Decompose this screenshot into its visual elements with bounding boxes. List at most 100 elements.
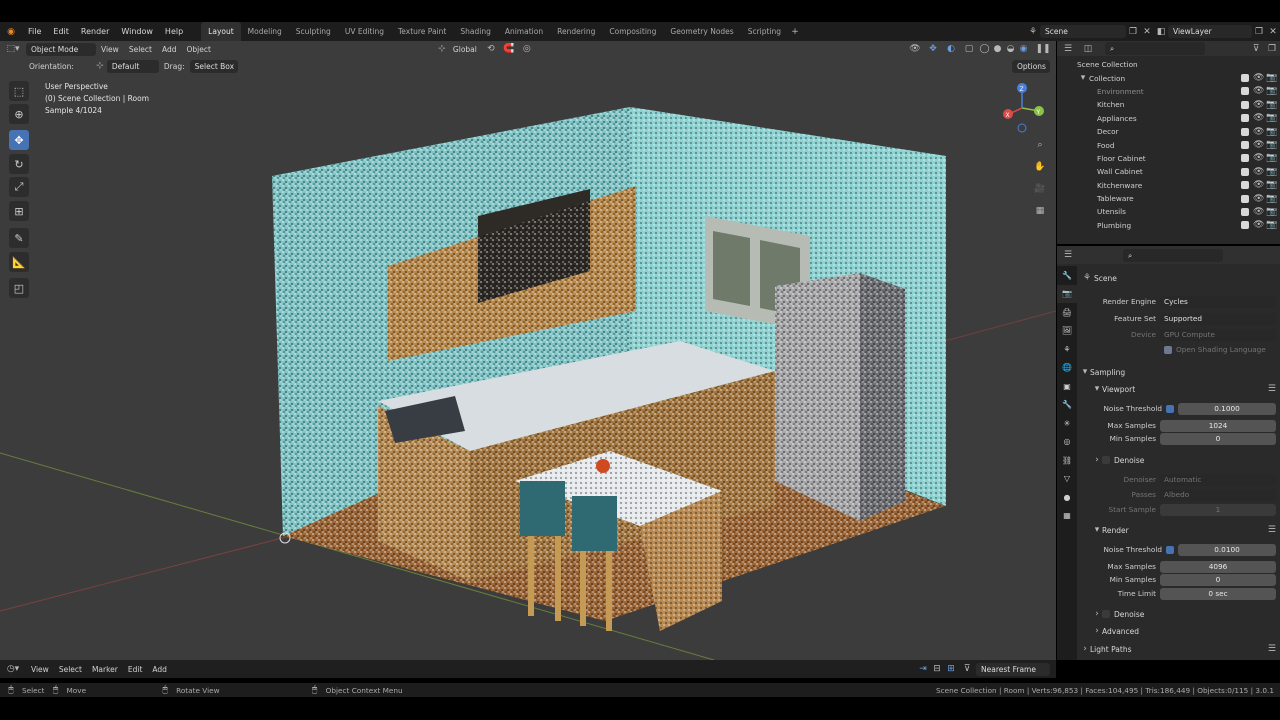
3d-viewport[interactable]: ⬚▾ Object Mode View Select Add Object ⊹ … <box>0 41 1056 660</box>
output-tab-icon[interactable]: 🖨 <box>1057 303 1077 322</box>
scale-tool[interactable]: ⤢ <box>9 177 29 197</box>
tab-animation[interactable]: Animation <box>498 22 550 41</box>
data-tab-icon[interactable]: ▽ <box>1057 470 1077 489</box>
add-cube-tool[interactable]: ◰ <box>9 278 29 298</box>
zoom-icon[interactable]: ⌕ <box>1032 137 1048 153</box>
timeline-menu-add[interactable]: Add <box>147 665 172 674</box>
menu-edit[interactable]: Edit <box>47 27 75 36</box>
menu-window[interactable]: Window <box>115 27 159 36</box>
osl-checkbox[interactable] <box>1164 345 1172 354</box>
blender-logo-icon[interactable]: ◉ <box>0 27 22 37</box>
texture-tab-icon[interactable]: ▦ <box>1057 507 1077 526</box>
material-shading-icon[interactable]: ◒ <box>1004 44 1017 54</box>
scene-icon[interactable]: ⚘ <box>1026 27 1040 37</box>
options-button[interactable]: Options <box>1012 59 1050 73</box>
editor-type-icon[interactable]: ⬚▾ <box>0 44 26 54</box>
render-engine-select[interactable]: Cycles <box>1160 296 1276 308</box>
timeline-menu-view[interactable]: View <box>26 665 54 674</box>
time-limit-field[interactable]: 0 sec <box>1160 588 1276 600</box>
filter-icon[interactable]: ⊽ <box>1248 44 1264 54</box>
scene-field[interactable]: Scene <box>1040 25 1126 38</box>
navigation-gizmo[interactable]: X Y Z <box>995 81 1050 136</box>
material-tab-icon[interactable]: ● <box>1057 488 1077 507</box>
copy-layer-icon[interactable]: ❐ <box>1252 27 1266 37</box>
tab-compositing[interactable]: Compositing <box>602 22 663 41</box>
timeline-editor-icon[interactable]: ◷▾ <box>0 664 26 674</box>
outliner-item-kitchen[interactable]: Kitchen 👁 📷 <box>1057 98 1280 111</box>
drag-select[interactable]: Select Box <box>189 59 238 73</box>
timeline-menu-marker[interactable]: Marker <box>87 665 123 674</box>
render-tab-icon[interactable]: 📷 <box>1057 284 1077 303</box>
view-layer-icon[interactable]: ◧ <box>1154 27 1168 37</box>
overlay-icon[interactable]: ◐ <box>942 44 960 54</box>
cursor-tool[interactable]: ⊕ <box>9 104 29 124</box>
noise-threshold-checkbox[interactable] <box>1166 404 1174 413</box>
outliner-item-tableware[interactable]: Tableware 👁 📷 <box>1057 192 1280 205</box>
feature-set-select[interactable]: Supported <box>1160 313 1276 325</box>
measure-tool[interactable]: 📐 <box>9 252 29 272</box>
timeline-menu-select[interactable]: Select <box>54 665 87 674</box>
outliner-collection[interactable]: ▾ Collection 👁 📷 <box>1057 71 1280 84</box>
tab-shading[interactable]: Shading <box>453 22 497 41</box>
add-workspace-icon[interactable]: + <box>788 27 802 37</box>
viewport-menu-object[interactable]: Object <box>181 45 215 54</box>
render-denoise-subsection[interactable]: › Denoise <box>1080 607 1276 621</box>
outliner-item-plumbing[interactable]: Plumbing 👁 📷 <box>1057 219 1280 232</box>
view-layer-tab-icon[interactable]: 🖼 <box>1057 322 1077 341</box>
delete-scene-icon[interactable]: ✕ <box>1140 27 1154 37</box>
perspective-grid-icon[interactable]: ▦ <box>1032 203 1048 219</box>
visibility-icon[interactable]: 👁 <box>906 44 924 54</box>
properties-editor-icon[interactable]: ☰ <box>1057 250 1079 260</box>
view-layer-field[interactable]: ViewLayer <box>1168 25 1252 38</box>
denoiser-select[interactable]: Automatic <box>1160 474 1276 486</box>
viewport-subsection[interactable]: ▾ Viewport ☰ <box>1080 382 1276 396</box>
tab-scripting[interactable]: Scripting <box>741 22 788 41</box>
tab-uv-editing[interactable]: UV Editing <box>338 22 391 41</box>
mode-select[interactable]: Object Mode <box>26 42 96 56</box>
outliner-item-environment[interactable]: Environment 👁 📷 <box>1057 85 1280 98</box>
light-paths-section[interactable]: › Light Paths ☰ <box>1080 642 1276 656</box>
physics-tab-icon[interactable]: ◎ <box>1057 433 1077 452</box>
render-max-samples-field[interactable]: 4096 <box>1160 561 1276 573</box>
render-denoise-checkbox[interactable] <box>1102 610 1110 618</box>
outliner-item-floor-cabinet[interactable]: Floor Cabinet 👁 📷 <box>1057 152 1280 165</box>
copy-scene-icon[interactable]: ❐ <box>1126 27 1140 37</box>
wireframe-shading-icon[interactable]: ◯ <box>978 44 991 54</box>
filter-icon[interactable]: ⊽ <box>958 664 976 674</box>
xray-icon[interactable]: ▢ <box>960 44 978 54</box>
menu-file[interactable]: File <box>22 27 47 36</box>
tab-modeling[interactable]: Modeling <box>241 22 289 41</box>
rotate-tool[interactable]: ↻ <box>9 154 29 174</box>
move-tool[interactable]: ✥ <box>9 130 29 150</box>
render-noise-threshold-checkbox[interactable] <box>1166 545 1174 554</box>
advanced-subsection[interactable]: › Advanced <box>1080 624 1276 638</box>
render-min-samples-field[interactable]: 0 <box>1160 574 1276 586</box>
solid-shading-icon[interactable]: ● <box>991 44 1004 54</box>
outliner-search-input[interactable]: ⌕ <box>1105 42 1205 55</box>
transform-tool[interactable]: ⊞ <box>9 201 29 221</box>
outliner-item-utensils[interactable]: Utensils 👁 📷 <box>1057 205 1280 218</box>
object-tab-icon[interactable]: ▣ <box>1057 377 1077 396</box>
rendered-shading-icon[interactable]: ◉ <box>1017 44 1030 54</box>
playhead-snap-icon[interactable]: ⇥ <box>916 664 930 674</box>
pivot-icon[interactable]: ⟲ <box>482 44 500 54</box>
viewport-denoise-subsection[interactable]: › Denoise <box>1080 453 1276 467</box>
particles-tab-icon[interactable]: ✳ <box>1057 414 1077 433</box>
viewport-noise-threshold-field[interactable]: 0.1000 <box>1178 403 1276 415</box>
delete-layer-icon[interactable]: ✕ <box>1266 27 1280 37</box>
select-box-tool[interactable]: ⬚ <box>9 81 29 101</box>
outliner-item-decor[interactable]: Decor 👁 📷 <box>1057 125 1280 138</box>
outliner-scene-collection[interactable]: Scene Collection <box>1057 58 1280 71</box>
list-icon[interactable]: ☰ <box>1268 384 1276 394</box>
camera-view-icon[interactable]: 🎥 <box>1032 181 1048 197</box>
snap-mode-select[interactable]: Nearest Frame <box>976 662 1050 676</box>
sampling-section[interactable]: ▾ Sampling <box>1080 365 1276 379</box>
viewport-menu-add[interactable]: Add <box>157 45 182 54</box>
gizmo-icon[interactable]: ✥ <box>924 44 942 54</box>
transform-orientation-select[interactable]: Global <box>448 45 482 54</box>
pause-render-icon[interactable]: ❚❚ <box>1030 44 1056 54</box>
render-noise-threshold-field[interactable]: 0.0100 <box>1178 544 1276 556</box>
snap-icon[interactable]: 🧲 <box>500 44 518 54</box>
proportional-edit-icon[interactable]: ◎ <box>518 44 536 54</box>
viewport-menu-select[interactable]: Select <box>124 45 157 54</box>
